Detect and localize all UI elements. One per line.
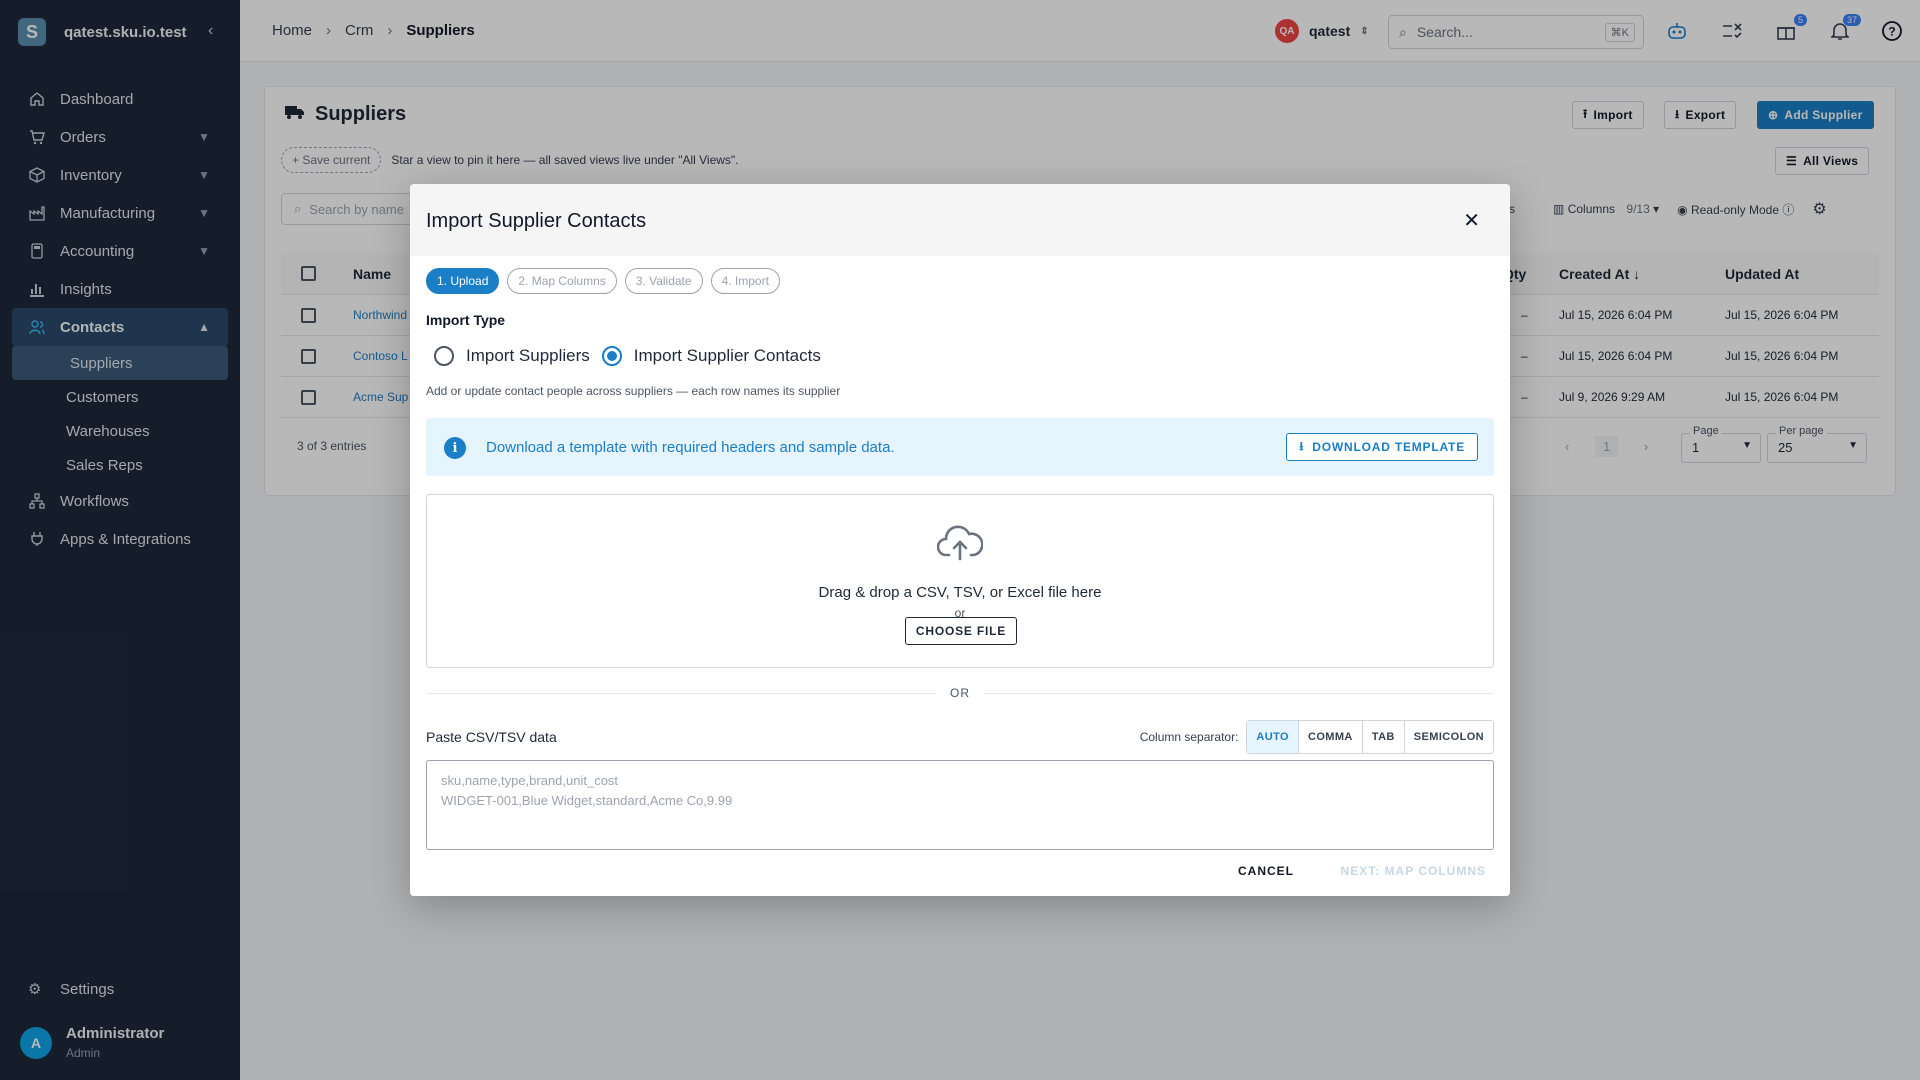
radio-import-suppliers[interactable] — [434, 346, 454, 366]
radio-import-contacts-label[interactable]: Import Supplier Contacts — [634, 346, 821, 366]
separator-control: Column separator: AUTO COMMA TAB SEMICOL… — [1140, 720, 1494, 754]
modal-header: Import Supplier Contacts ✕ — [410, 184, 1510, 256]
download-icon: ⭳ — [1299, 438, 1305, 453]
placeholder-line: sku,name,type,brand,unit_cost — [441, 773, 619, 788]
paste-label: Paste CSV/TSV data — [426, 729, 557, 745]
dropzone-text: Drag & drop a CSV, TSV, or Excel file he… — [818, 584, 1102, 601]
next-map-columns-button[interactable]: NEXT: MAP COLUMNS — [1341, 864, 1486, 878]
paste-textarea[interactable]: sku,name,type,brand,unit_cost WIDGET-001… — [426, 760, 1494, 850]
step-import: 4. Import — [710, 268, 780, 294]
radio-import-contacts[interactable] — [601, 346, 622, 366]
modal-footer: CANCEL NEXT: MAP COLUMNS — [410, 850, 1510, 896]
import-modal: Import Supplier Contacts ✕ 1. Upload 2. … — [410, 184, 1510, 896]
separator-comma[interactable]: COMMA — [1299, 721, 1363, 753]
import-type-helper: Add or update contact people across supp… — [426, 384, 841, 398]
cancel-button[interactable]: CANCEL — [1238, 864, 1294, 878]
file-dropzone[interactable]: Drag & drop a CSV, TSV, or Excel file he… — [426, 494, 1494, 668]
separator-label: Column separator: — [1139, 730, 1239, 744]
separator-toggle: AUTO COMMA TAB SEMICOLON — [1246, 720, 1494, 754]
import-type-label: Import Type — [426, 312, 506, 328]
info-text: Download a template with required header… — [486, 439, 895, 456]
template-info-banner: i Download a template with required head… — [426, 418, 1494, 476]
separator-tab[interactable]: TAB — [1363, 721, 1405, 753]
step-map-columns: 2. Map Columns — [507, 268, 617, 294]
download-template-label: DOWNLOAD TEMPLATE — [1312, 440, 1465, 454]
stepper: 1. Upload 2. Map Columns 3. Validate 4. … — [426, 268, 780, 294]
close-icon[interactable]: ✕ — [1463, 208, 1480, 233]
radio-import-suppliers-label[interactable]: Import Suppliers — [466, 346, 590, 366]
separator-auto[interactable]: AUTO — [1247, 721, 1299, 753]
choose-file-button[interactable]: CHOOSE FILE — [905, 617, 1017, 645]
download-template-button[interactable]: ⭳ DOWNLOAD TEMPLATE — [1286, 433, 1478, 461]
import-type-group: Import Suppliers Import Supplier Contact… — [434, 346, 821, 366]
separator-semicolon[interactable]: SEMICOLON — [1405, 721, 1493, 753]
cloud-upload-icon — [936, 525, 984, 564]
info-icon: i — [444, 437, 466, 459]
modal-title: Import Supplier Contacts — [426, 210, 647, 232]
step-validate: 3. Validate — [624, 268, 703, 294]
or-divider-text: OR — [950, 686, 970, 700]
step-upload: 1. Upload — [426, 268, 500, 294]
placeholder-line: WIDGET-001,Blue Widget,standard,Acme Co,… — [441, 793, 733, 808]
